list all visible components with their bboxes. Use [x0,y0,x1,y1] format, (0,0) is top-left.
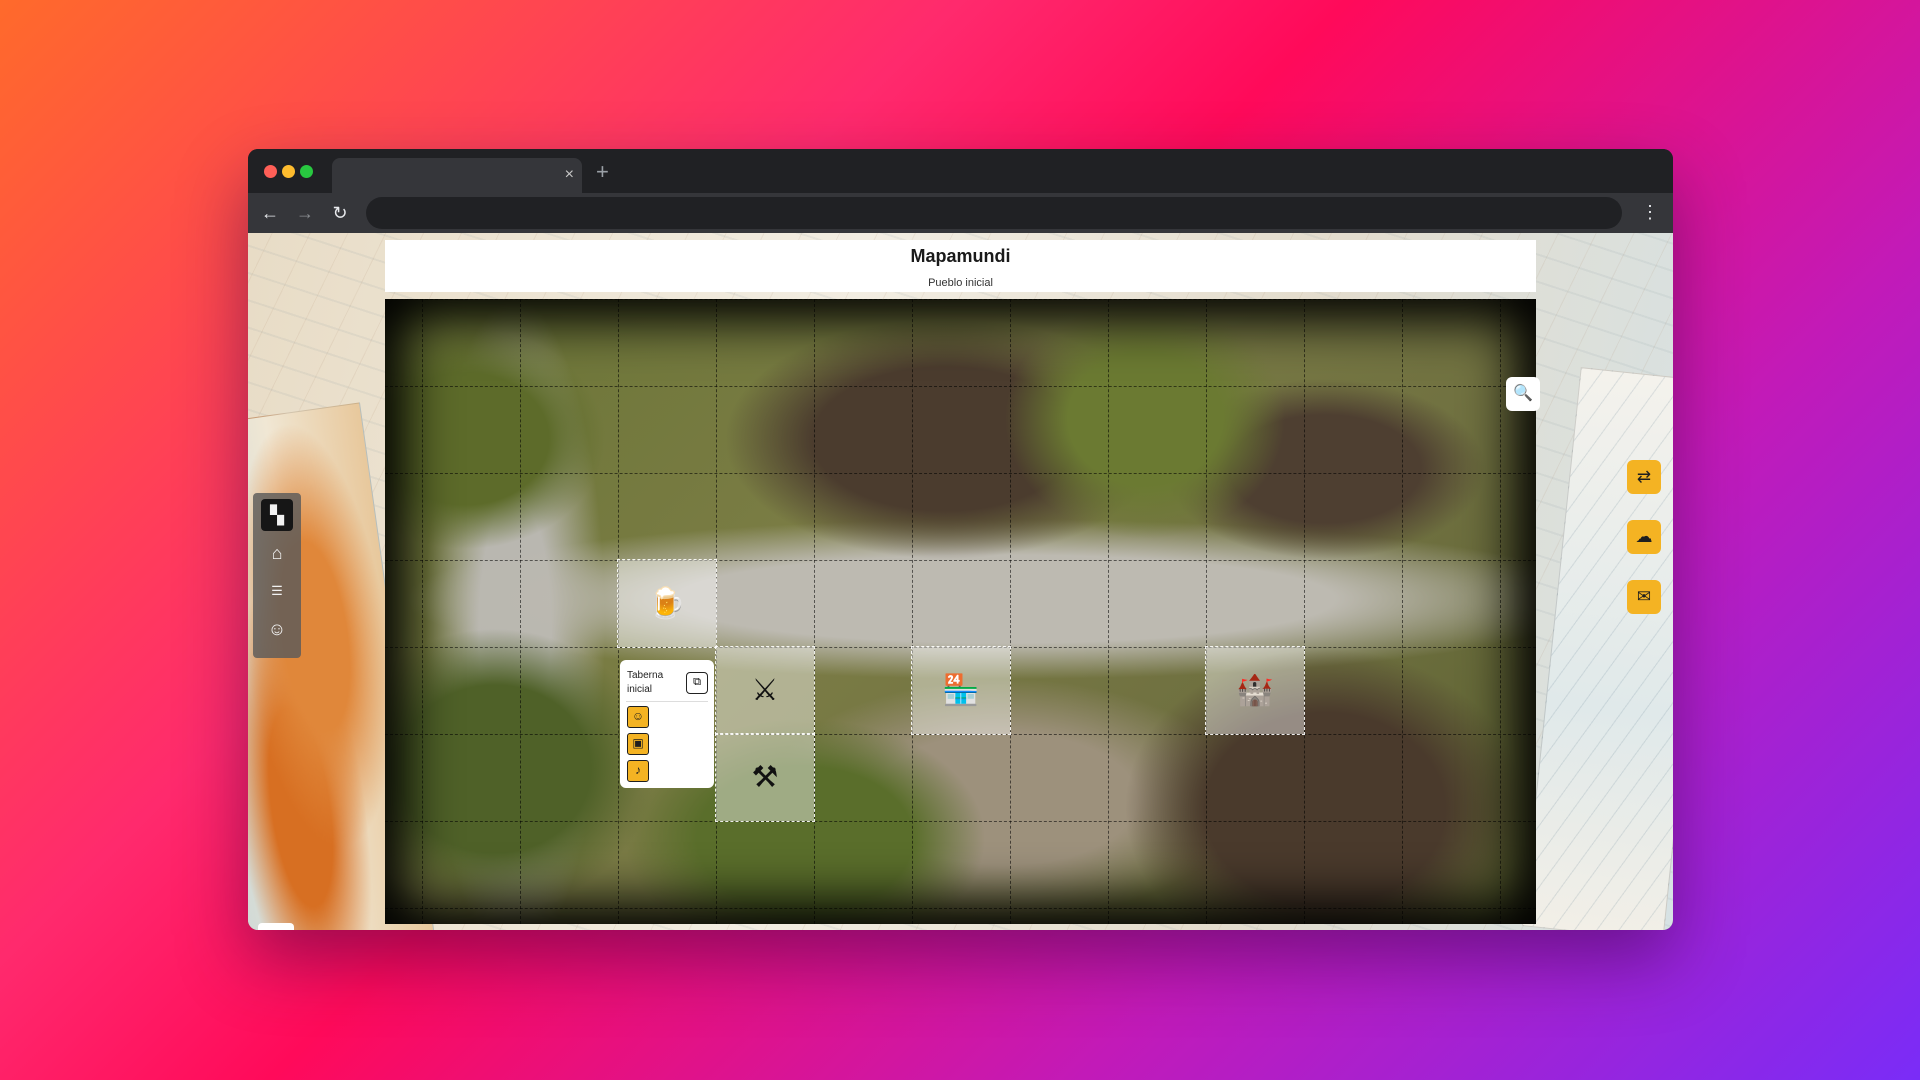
maximize-window-button[interactable] [300,165,313,178]
map-vignette [385,299,1536,924]
bottom-tab-handle[interactable] [258,923,294,930]
browser-toolbar: ← → ↻ ⋮ [248,193,1673,233]
new-tab-button[interactable]: + [596,161,609,183]
user-icon[interactable]: ☺ [261,613,293,645]
browser-tab[interactable]: × [332,158,582,193]
browser-window: × + ← → ↻ ⋮ Mapamundi Pueblo inicial 🍺 ⚔… [248,149,1673,930]
swap-icon[interactable]: ⇄ [1627,460,1661,494]
minimize-window-button[interactable] [282,165,295,178]
map-icon[interactable]: ▚ [261,499,293,531]
forward-button[interactable]: → [293,201,317,225]
cloud-icon[interactable]: ☁ [1627,520,1661,554]
map-header: Mapamundi Pueblo inicial [385,240,1536,292]
back-button[interactable]: ← [258,201,282,225]
reload-button[interactable]: ↻ [328,201,352,225]
left-navigation: ▚ ⌂ ☰ ☺ [253,493,301,658]
browser-menu-button[interactable]: ⋮ [1641,201,1659,223]
map-search-icon[interactable]: 🔍 [1506,377,1540,411]
background-map-paper-right [1522,367,1673,930]
page-title: Mapamundi [910,246,1011,266]
list-icon[interactable]: ☰ [261,575,293,607]
home-icon[interactable]: ⌂ [261,537,293,569]
tab-bar: × + [248,149,1673,193]
inventory-icon[interactable]: ✉ [1627,580,1661,614]
page-content: Mapamundi Pueblo inicial 🍺 ⚔ 🏪 🏰 ⚒ Taber… [248,233,1673,930]
town-map[interactable]: 🍺 ⚔ 🏪 🏰 ⚒ Taberna inicial ⧉ ☺ ▣ ♪ [385,299,1536,924]
address-bar[interactable] [366,197,1622,229]
close-window-button[interactable] [264,165,277,178]
tab-close-icon[interactable]: × [565,165,574,185]
location-subtitle: Pueblo inicial [928,277,993,289]
